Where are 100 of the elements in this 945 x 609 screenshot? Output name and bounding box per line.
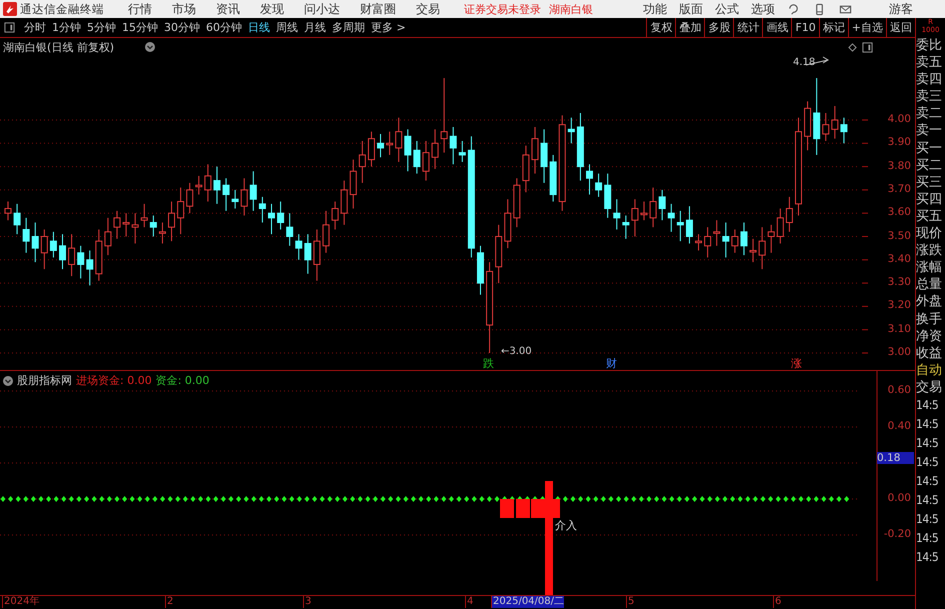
quote-field-label: 卖三 (916, 88, 943, 106)
price-axis-label: 3.00 (888, 346, 911, 358)
toolbar-button[interactable]: F10 (791, 18, 819, 37)
period-tab[interactable]: 日线 (245, 20, 273, 35)
indicator-axis-label: 0.00 (888, 492, 911, 504)
price-axis-label: 3.20 (888, 299, 911, 312)
trade-time: 14:5 (916, 416, 940, 433)
low-price-label: ←3.00 (501, 346, 532, 357)
trade-time: 14:5 (916, 472, 940, 490)
auto-trade-label[interactable]: 自动 (916, 362, 945, 379)
quote-field-label: 买四 (916, 190, 943, 208)
trade-time: 14:5 (916, 454, 940, 471)
auto-trade-label[interactable]: 交易 (916, 378, 945, 396)
trade-time: 14:5 (916, 434, 940, 452)
quote-field-label: 买五 (916, 208, 943, 226)
price-axis-label: 3.90 (888, 136, 911, 148)
date-axis-label: 2 (165, 596, 174, 608)
quote-field-label: 净资 (916, 328, 943, 345)
quote-field-label: 换手 (916, 310, 943, 328)
menu-item[interactable]: 行情 (128, 0, 152, 18)
indicator-axis-label: 0.40 (888, 420, 911, 432)
menu-item[interactable]: 发现 (260, 0, 284, 18)
period-tab[interactable]: 5分钟 (84, 20, 119, 35)
menu-item[interactable]: 财富圈 (360, 0, 396, 18)
quote-field-label: 买二 (916, 156, 943, 174)
chart-title: 湖南白银(日线 前复权) (3, 40, 114, 55)
app-logo-icon (3, 2, 17, 16)
quote-field-label: 卖一 (916, 122, 943, 140)
quote-field-label: 卖四 (916, 71, 943, 88)
menu-item[interactable]: 资讯 (216, 0, 240, 18)
quote-field-label: 委比 (916, 37, 943, 54)
trade-time: 14:5 (916, 530, 940, 547)
user-name[interactable]: 游客 (889, 0, 913, 18)
period-tab[interactable]: 月线 (301, 20, 329, 35)
cursor-value-label: 0.18 (877, 452, 914, 464)
trade-time: 14:5 (916, 492, 940, 509)
indicator-name: 股朋指标网 (17, 373, 72, 388)
price-axis-label: 3.80 (888, 160, 911, 172)
price-axis-label: 3.70 (888, 182, 911, 195)
menu-item[interactable]: 功能 (643, 0, 667, 18)
period-tab[interactable]: 更多 > (368, 20, 409, 35)
quote-field-label: 涨跌 (916, 242, 943, 260)
phone-icon[interactable] (813, 2, 826, 16)
date-axis-label: 5 (626, 596, 634, 608)
date-axis-label: 3 (303, 596, 312, 608)
dropdown-icon[interactable] (3, 376, 13, 386)
price-axis-label: 3.10 (888, 322, 911, 335)
indicator-value: 资金: 0.00 (156, 373, 210, 388)
date-axis-label: 4 (465, 596, 474, 608)
trade-time: 14:5 (916, 548, 940, 566)
menu-item[interactable]: 选项 (751, 0, 775, 18)
quote-field-label: 卖五 (916, 54, 943, 72)
period-tab[interactable]: 1分钟 (49, 20, 84, 35)
period-tab[interactable]: 周线 (273, 20, 301, 35)
period-tab[interactable]: 15分钟 (119, 20, 161, 35)
toolbar-button[interactable]: 统计 (733, 18, 762, 37)
signal-label: 介入 (555, 518, 577, 533)
toolbar-button[interactable]: 复权 (646, 18, 676, 37)
quote-field-label: 买三 (916, 174, 943, 191)
trade-time: 14:5 (916, 510, 940, 528)
date-axis-label: 2024年 (2, 596, 40, 608)
quote-field-label: 涨幅 (916, 259, 943, 276)
event-marker[interactable]: 涨 (791, 356, 802, 371)
date-axis-label: 2025/04/08/二 (491, 596, 564, 608)
quote-field-label: 外盘 (916, 293, 943, 310)
price-axis-label: 3.30 (888, 276, 911, 288)
panel-toggle-icon[interactable] (4, 22, 15, 33)
event-marker[interactable]: 财 (606, 356, 617, 371)
toolbar-button[interactable]: 画线 (762, 18, 792, 37)
toolbar-button[interactable]: 叠加 (675, 18, 704, 37)
high-price-label: 4.18 (793, 57, 816, 68)
event-marker[interactable]: 跌 (483, 356, 494, 371)
menu-item[interactable]: 交易 (416, 0, 440, 18)
quote-field-label: 现价 (916, 225, 943, 242)
period-tab[interactable]: 分时 (21, 20, 49, 35)
toolbar-button[interactable]: 多股 (704, 18, 734, 37)
price-axis-label: 3.50 (888, 230, 911, 242)
menu-item[interactable]: 问小达 (304, 0, 340, 18)
quote-field-label: 收益 (916, 344, 943, 362)
toolbar-button[interactable]: 返回 (886, 18, 915, 37)
menu-item[interactable]: 版面 (679, 0, 703, 18)
period-tab[interactable]: 多周期 (329, 20, 368, 35)
app-title: 通达信金融终端 (20, 2, 105, 16)
menu-item[interactable]: 市场 (172, 0, 196, 18)
toolbar-button[interactable]: +自选 (848, 18, 886, 37)
quote-field-label: 总量 (916, 276, 943, 294)
period-tab[interactable]: 60分钟 (203, 20, 245, 35)
indicator-value: 进场资金: 0.00 (76, 373, 152, 388)
diamond-icon[interactable] (848, 43, 857, 52)
menu-item[interactable]: 公式 (715, 0, 739, 18)
toolbar-button[interactable]: 标记 (818, 18, 848, 37)
date-axis-label: 6 (773, 596, 782, 608)
panel-toggle-icon[interactable] (862, 42, 873, 53)
mail-icon[interactable] (839, 2, 852, 16)
login-status: 证券交易未登录 (464, 2, 541, 16)
period-tab[interactable]: 30分钟 (161, 20, 203, 35)
dropdown-icon[interactable] (145, 42, 155, 52)
quote-field-label: 卖二 (916, 105, 943, 122)
quote-field-label: 买一 (916, 140, 943, 157)
stock-name: 湖南白银 (549, 2, 593, 16)
